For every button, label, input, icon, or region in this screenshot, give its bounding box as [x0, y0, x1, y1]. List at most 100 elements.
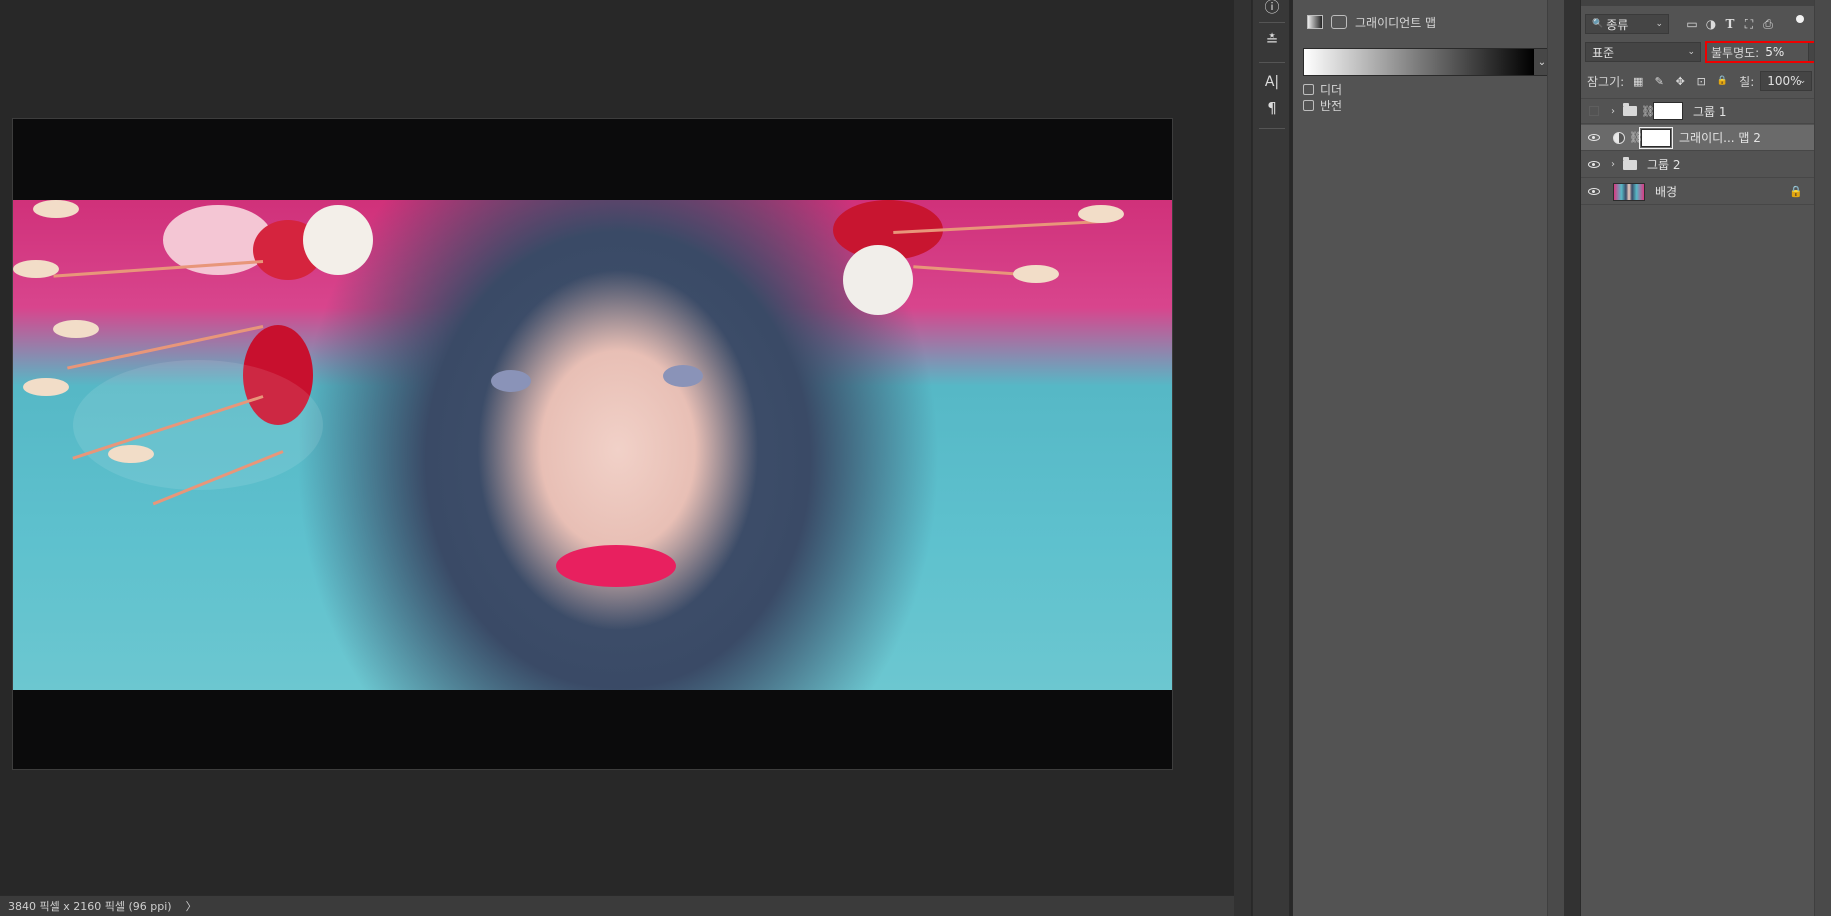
blend-mode-value: 표준 [1592, 45, 1615, 60]
gradient-picker[interactable]: ⌄ [1303, 48, 1551, 76]
flower-decoration [303, 205, 373, 275]
visibility-toggle[interactable] [1581, 179, 1607, 205]
lock-all-icon[interactable]: 🔒 [1715, 74, 1729, 88]
properties-panel: 그래이디언트 맵 ⌄ 디더 반전 [1292, 0, 1564, 916]
lock-row: 잠그기: ▦ ✎ ✥ ⊡ 🔒 칠: 100% ⌄ [1581, 69, 1831, 93]
image-filter-icon[interactable]: ▭ [1684, 16, 1700, 32]
clone-source-icon[interactable]: ≛ [1257, 28, 1287, 52]
divider [1259, 128, 1285, 129]
panel-divider[interactable] [1234, 0, 1251, 916]
paragraph-icon[interactable]: ¶ [1257, 96, 1287, 120]
info-icon[interactable]: ⓘ [1257, 0, 1287, 18]
panel-divider[interactable] [1564, 0, 1580, 916]
link-icon[interactable]: ⛓ [1641, 105, 1655, 118]
fill-label: 칠: [1739, 74, 1755, 89]
panel-tab-strip [1581, 0, 1831, 6]
layers-scrollbar[interactable] [1814, 0, 1831, 916]
layer-filter-row: 🔍 종류 ⌄ ▭ ◑ T ⛶ ⎙ [1581, 12, 1831, 36]
expand-caret-icon[interactable]: › [1607, 106, 1619, 117]
document-canvas[interactable] [12, 118, 1173, 770]
divider [1259, 22, 1285, 23]
filter-kind-label: 종류 [1606, 17, 1629, 32]
layer-thumbnail[interactable] [1613, 182, 1645, 201]
visibility-toggle[interactable] [1581, 98, 1607, 124]
divider [1259, 62, 1285, 63]
shape-filter-icon[interactable]: ⛶ [1741, 16, 1757, 32]
lips [556, 545, 676, 587]
adjustment-layer-icon[interactable] [1307, 15, 1323, 29]
lock-position-icon[interactable]: ✥ [1673, 74, 1687, 88]
reverse-checkbox[interactable] [1303, 100, 1314, 111]
hairpin-ornament [108, 445, 154, 463]
eye-right [663, 365, 703, 387]
layer-mask-icon[interactable] [1331, 15, 1347, 29]
layer-kind-filter[interactable]: 🔍 종류 ⌄ [1585, 14, 1669, 34]
layer-mask-thumbnail[interactable] [1653, 102, 1683, 120]
hairpin-ornament [33, 200, 79, 218]
chevron-down-icon: ⌄ [1798, 76, 1807, 86]
layer-name: 그래이디... 맵 2 [1679, 131, 1761, 145]
properties-title: 그래이디언트 맵 [1355, 15, 1437, 30]
opacity-label: 불투명도: [1711, 45, 1760, 60]
expand-caret-icon[interactable]: › [1607, 159, 1619, 170]
properties-scrollbar[interactable] [1547, 0, 1564, 916]
layer-row-group-2[interactable]: › 그룹 2 [1581, 152, 1815, 178]
lock-icon: 🔒 [1789, 185, 1803, 198]
blend-mode-select[interactable]: 표준 ⌄ [1585, 42, 1701, 62]
opacity-input[interactable]: 5% [1765, 45, 1784, 59]
lock-label: 잠그기: [1587, 74, 1625, 89]
smart-object-filter-icon[interactable]: ⎙ [1760, 16, 1776, 32]
hairpin-ornament [53, 320, 99, 338]
eye-icon [1588, 161, 1600, 168]
reverse-option[interactable]: 반전 [1303, 97, 1342, 114]
layer-row-group-1[interactable]: › ⛓ 그룹 1 [1581, 98, 1815, 124]
folder-icon [1623, 156, 1637, 170]
photo-image [13, 200, 1172, 690]
layer-mask-thumbnail[interactable] [1639, 126, 1673, 149]
dither-checkbox[interactable] [1303, 84, 1314, 95]
fill-value: 100% [1767, 74, 1802, 88]
hairpin-ornament [13, 260, 59, 278]
chevron-down-icon: ⌄ [1655, 19, 1663, 29]
dither-option[interactable]: 디더 [1303, 81, 1342, 98]
link-icon[interactable]: ⛓ [1629, 131, 1643, 144]
bokeh [73, 360, 323, 490]
hairpin-ornament [23, 378, 69, 396]
layers-panel: 🔍 종류 ⌄ ▭ ◑ T ⛶ ⎙ 표준 ⌄ 불투명도: 5% ⌄ 잠그기: ▦ … [1580, 0, 1831, 916]
layer-name: 그룹 2 [1647, 158, 1681, 172]
adjustment-layer-icon [1613, 131, 1625, 144]
visibility-toggle[interactable] [1581, 152, 1607, 178]
properties-header: 그래이디언트 맵 [1293, 8, 1565, 36]
document-info: 3840 픽셀 x 2160 픽셀 (96 ppi) [8, 900, 172, 913]
status-menu-arrow[interactable]: 〉 [186, 898, 197, 914]
hairpin-ornament [1078, 205, 1124, 223]
visibility-off-icon [1589, 106, 1599, 116]
lock-transparent-icon[interactable]: ▦ [1631, 74, 1645, 88]
opacity-field-highlight: 불투명도: 5% ⌄ [1705, 41, 1825, 63]
layer-name: 배경 [1655, 185, 1678, 199]
search-icon: 🔍 [1592, 19, 1604, 29]
visibility-toggle[interactable] [1581, 125, 1607, 151]
type-filter-icon[interactable]: T [1722, 16, 1738, 32]
adjustment-filter-icon[interactable]: ◑ [1703, 16, 1719, 32]
eye-icon [1588, 188, 1600, 195]
gradient-preview[interactable] [1304, 49, 1534, 75]
folder-icon [1623, 103, 1637, 116]
status-bar: 3840 픽셀 x 2160 픽셀 (96 ppi) 〉 [0, 895, 1234, 916]
layer-row-gradient-map-2[interactable]: ⛓ 그래이디... 맵 2 [1581, 125, 1815, 151]
lock-image-icon[interactable]: ✎ [1652, 74, 1666, 88]
flower-decoration [843, 245, 913, 315]
panel-dock-strip: ⓘ ≛ A| ¶ [1252, 0, 1290, 916]
canvas-area[interactable] [0, 0, 1234, 895]
eye-left [491, 370, 531, 392]
filter-icons: ▭ ◑ T ⛶ ⎙ [1681, 16, 1776, 32]
chevron-down-icon: ⌄ [1687, 47, 1695, 57]
eye-icon [1588, 134, 1600, 141]
dither-label: 디더 [1320, 83, 1343, 97]
filter-toggle-icon[interactable] [1796, 15, 1804, 23]
fill-input[interactable]: 100% ⌄ [1760, 71, 1813, 91]
layer-row-background[interactable]: 배경 🔒 [1581, 179, 1815, 205]
lock-artboard-icon[interactable]: ⊡ [1694, 74, 1708, 88]
layer-name: 그룹 1 [1693, 104, 1727, 119]
character-icon[interactable]: A| [1257, 70, 1287, 94]
